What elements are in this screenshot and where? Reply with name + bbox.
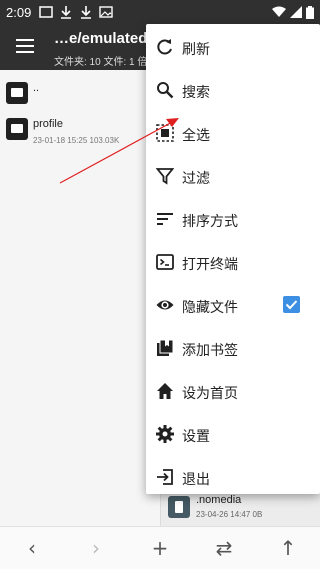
folder-icon: [6, 118, 28, 140]
image-notification-icon: [99, 6, 114, 18]
status-right: [268, 5, 314, 19]
menu-item-search[interactable]: 搜索: [146, 69, 320, 112]
screenshot-notification-icon: [39, 6, 54, 18]
menu-item-settings[interactable]: 设置: [146, 413, 320, 456]
menu-item-refresh[interactable]: 刷新: [146, 26, 320, 69]
list-item[interactable]: ..: [0, 74, 160, 112]
file-name: ..: [33, 82, 40, 94]
status-bar: 2:09: [0, 0, 320, 24]
bookmarks-icon: [157, 339, 174, 356]
list-item[interactable]: profile 23-01-18 15:25 103.03K: [0, 110, 160, 148]
menu-item-hidden-files[interactable]: 隐藏文件: [146, 284, 320, 327]
sort-icon: [157, 213, 173, 225]
menu-item-label: 全选: [182, 128, 210, 144]
file-meta: 23-04-26 14:47 0B: [196, 510, 263, 519]
menu-item-label: 设为首页: [182, 386, 238, 402]
up-arrow-icon[interactable]: ↑: [278, 538, 298, 558]
back-arrow-icon[interactable]: ‹: [22, 538, 42, 558]
menu-item-label: 搜索: [182, 85, 210, 101]
menu-item-terminal[interactable]: 打开终端: [146, 241, 320, 284]
menu-item-label: 设置: [182, 429, 210, 445]
gear-icon: [156, 425, 174, 443]
menu-item-set-home[interactable]: 设为首页: [146, 370, 320, 413]
hidden-files-checkbox[interactable]: [283, 296, 300, 313]
add-icon[interactable]: +: [150, 538, 170, 558]
menu-item-label: 退出: [182, 472, 210, 488]
menu-item-sort[interactable]: 排序方式: [146, 198, 320, 241]
terminal-icon: [156, 254, 174, 270]
menu-item-select-all[interactable]: 全选: [146, 112, 320, 155]
select-all-icon: [156, 124, 174, 142]
folder-summary: 文件夹: 10 文件: 1 倍: [54, 57, 148, 68]
file-icon: [168, 496, 190, 518]
folder-icon: [6, 82, 28, 104]
menu-item-exit[interactable]: 退出: [146, 456, 320, 499]
left-file-pane: .. profile 23-01-18 15:25 103.03K: [0, 70, 161, 526]
menu-item-filter[interactable]: 过滤: [146, 155, 320, 198]
file-meta: 23-01-18 15:25 103.03K: [33, 136, 120, 145]
status-time: 2:09: [6, 4, 32, 20]
checkmark-icon: [285, 300, 298, 310]
download-icon: [81, 6, 92, 19]
file-manager-screen: 2:09 …e/emulated 文件夹: 10 文件: 1 倍 .. prof…: [0, 0, 320, 569]
wifi-icon: [272, 6, 286, 17]
search-icon: [157, 82, 174, 99]
menu-item-label: 排序方式: [182, 214, 238, 230]
filter-icon: [156, 168, 174, 185]
bottom-navigation-bar: ‹ › + ⇄ ↑: [0, 526, 320, 569]
refresh-icon: [157, 39, 172, 55]
menu-item-label: 隐藏文件: [182, 300, 238, 316]
menu-item-label: 添加书签: [182, 343, 238, 359]
menu-item-label: 刷新: [182, 42, 210, 58]
exit-icon: [157, 469, 173, 485]
home-icon: [157, 383, 173, 399]
download-icon: [61, 6, 72, 19]
swap-icon[interactable]: ⇄: [214, 538, 234, 558]
battery-icon: [306, 5, 314, 19]
forward-arrow-icon[interactable]: ›: [86, 538, 106, 558]
menu-item-label: 打开终端: [182, 257, 238, 273]
overflow-menu: 刷新 搜索 全选 过滤 排序方式 打开终端 隐藏文件 添加书签 设为首页 设置 …: [146, 24, 320, 494]
hamburger-menu-icon[interactable]: [16, 39, 34, 53]
eye-icon: [156, 300, 174, 310]
menu-item-label: 过滤: [182, 171, 210, 187]
file-name: profile: [33, 118, 63, 130]
menu-item-add-bookmark[interactable]: 添加书签: [146, 327, 320, 370]
signal-icon: [290, 6, 302, 18]
path-title: …e/emulated: [54, 30, 148, 47]
